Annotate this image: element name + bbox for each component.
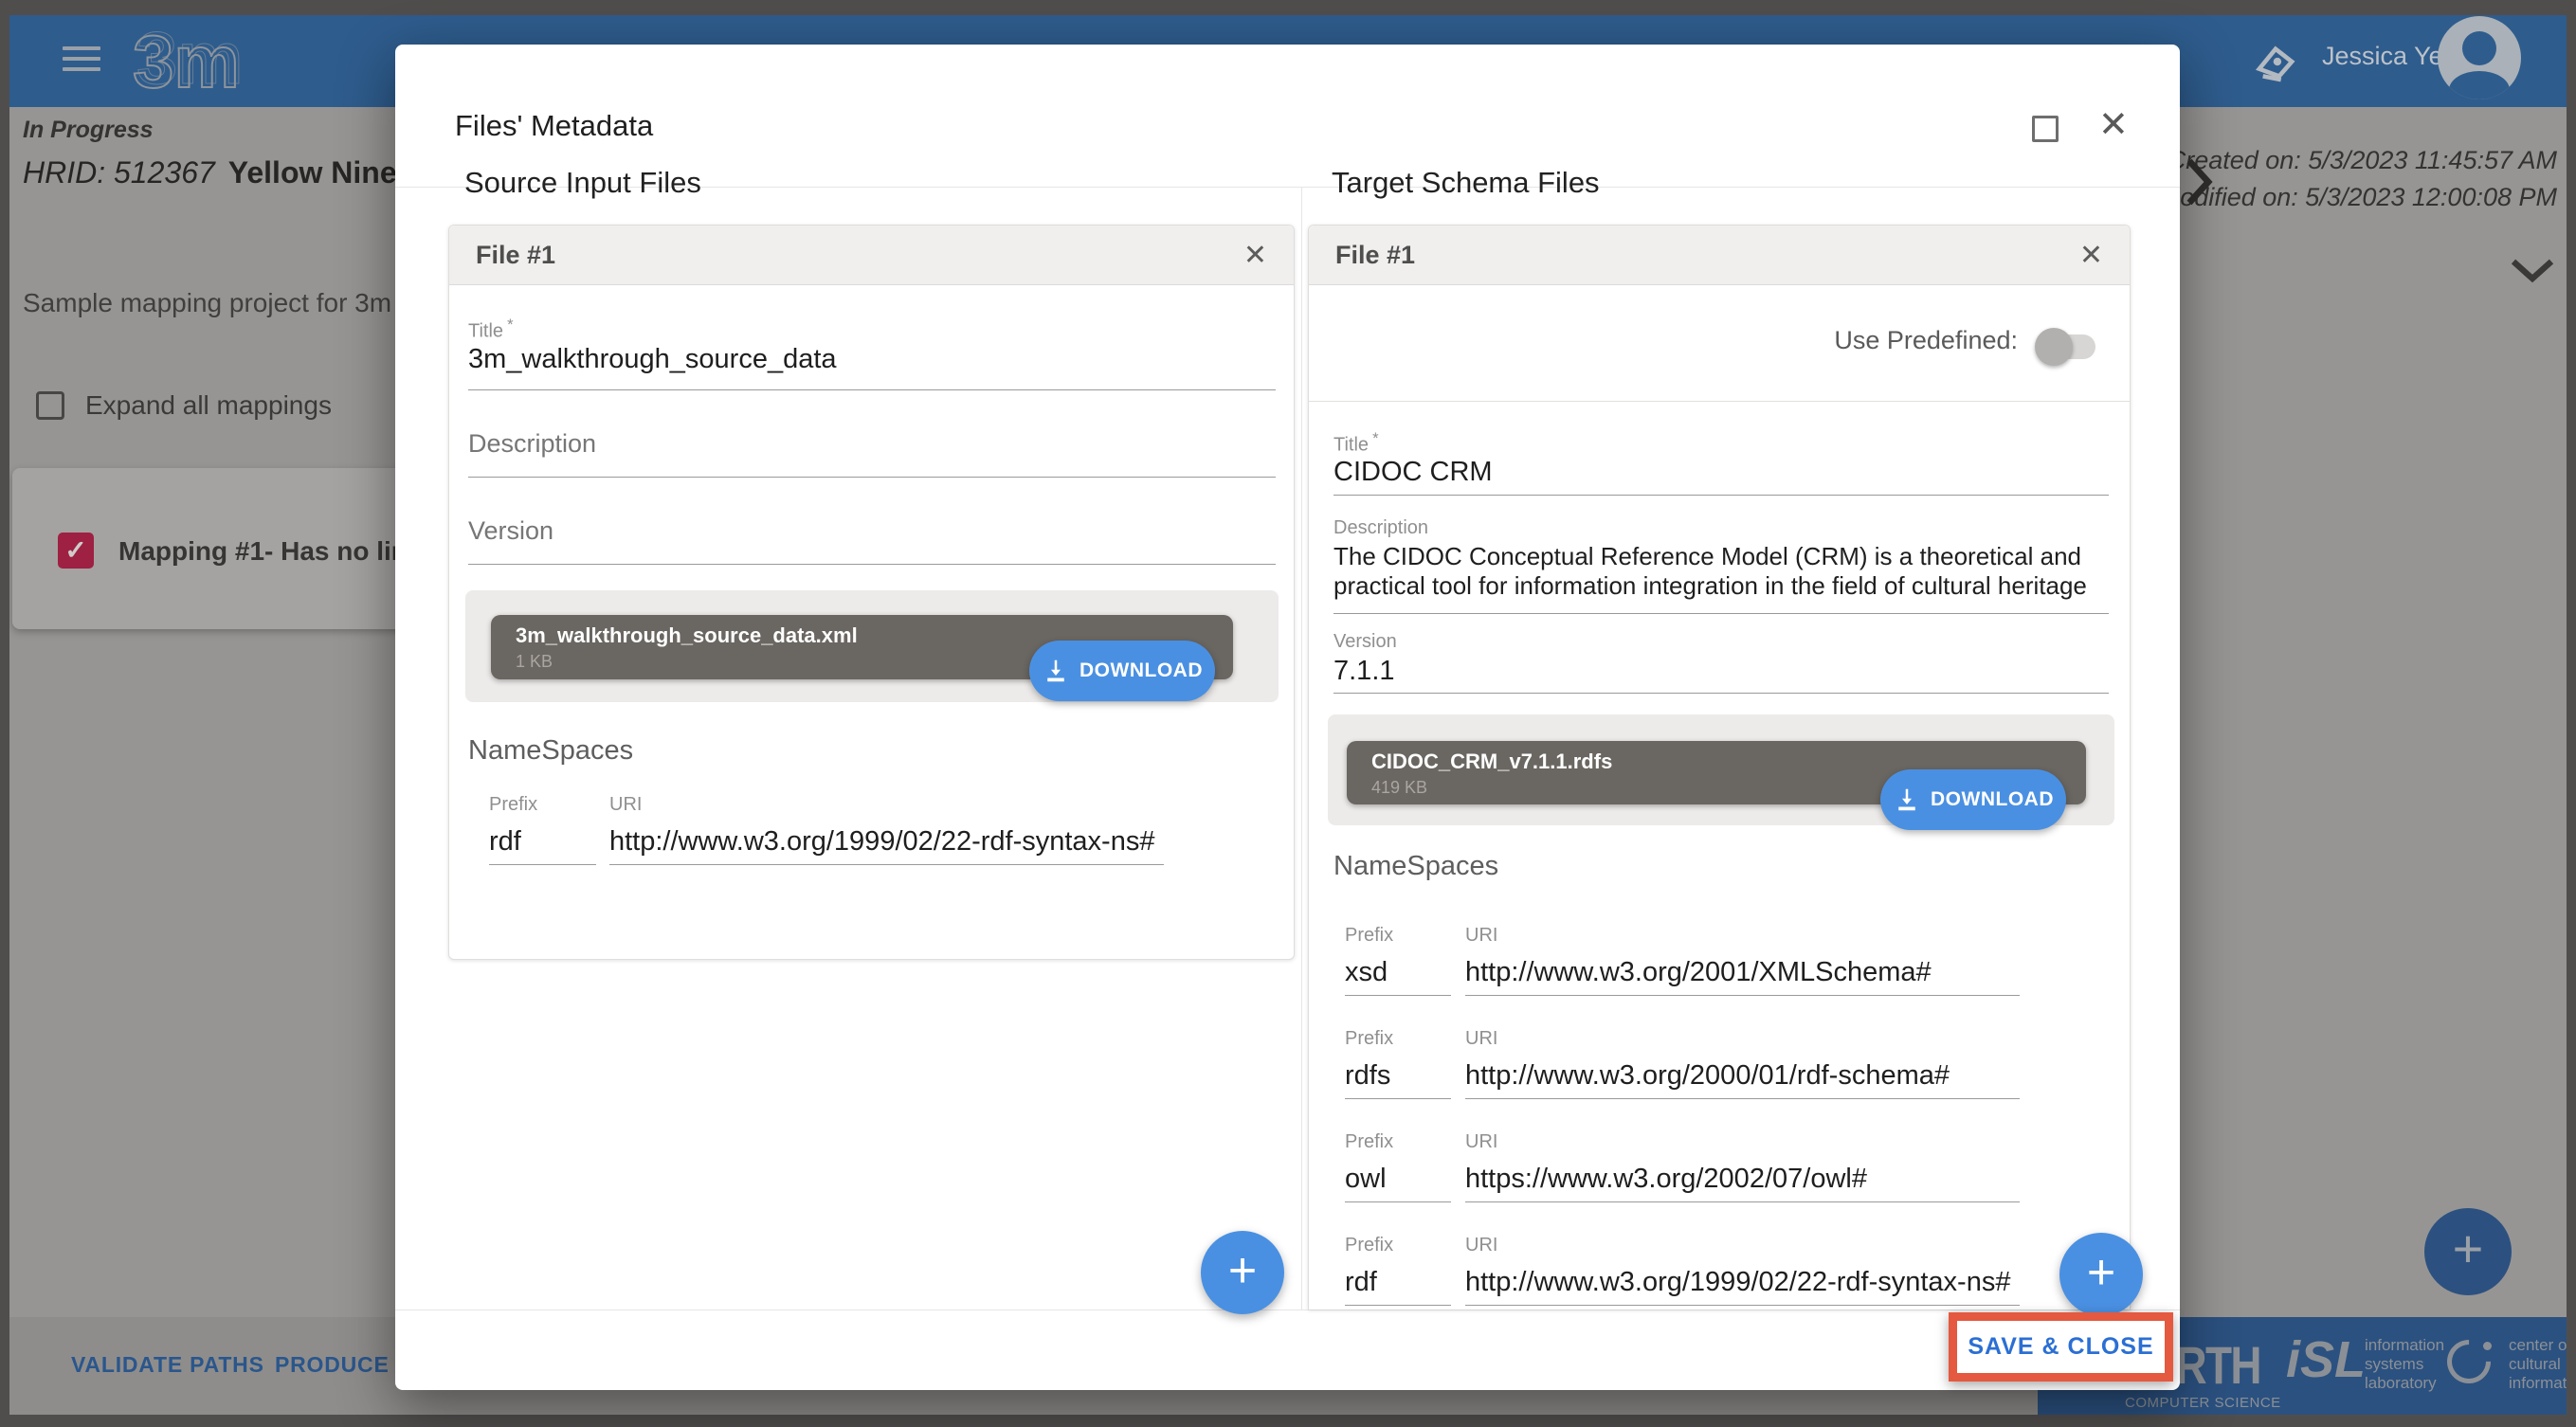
chevron-down-icon[interactable] xyxy=(2508,254,2557,291)
namespace-row: Prefix rdfs URI http://www.w3.org/2000/0… xyxy=(1345,1028,2020,1099)
project-hrid-line: HRID: 512367 Yellow Nine xyxy=(23,155,397,190)
avatar[interactable] xyxy=(2438,16,2521,99)
target-version-label: Version xyxy=(1333,631,1397,653)
source-file-card-header: File #1 ✕ xyxy=(449,226,1294,285)
target-title-input[interactable]: CIDOC CRM xyxy=(1333,457,1493,488)
use-predefined-toggle[interactable] xyxy=(2041,334,2095,359)
prefix-input[interactable]: rdf xyxy=(1345,1267,1465,1298)
namespace-row: Prefix owl URI https://www.w3.org/2002/0… xyxy=(1345,1131,2020,1202)
add-mapping-fab[interactable]: + xyxy=(2424,1208,2512,1295)
menu-icon[interactable] xyxy=(63,46,100,75)
uri-label: URI xyxy=(1465,1028,2020,1050)
uri-input[interactable]: http://www.w3.org/2001/XMLSchema# xyxy=(1465,957,2020,988)
created-on: Created on: 5/3/2023 11:45:57 AM xyxy=(2159,142,2557,179)
cci-logo-icon xyxy=(2438,1330,2499,1392)
user-name[interactable]: Jessica Ye xyxy=(2322,42,2443,71)
svg-text:3m: 3m xyxy=(136,17,244,99)
chevron-right-icon[interactable] xyxy=(2180,155,2218,213)
prefix-input[interactable]: rdf xyxy=(489,826,609,858)
source-file-size: 1 KB xyxy=(516,652,553,672)
target-version-input[interactable]: 7.1.1 xyxy=(1333,656,1395,687)
close-icon[interactable]: ✕ xyxy=(2098,103,2129,146)
files-metadata-dialog: Files' Metadata ✕ Source Input Files Tar… xyxy=(395,45,2180,1390)
source-title-label: Title * xyxy=(468,316,514,343)
target-download-button[interactable]: DOWNLOAD xyxy=(1880,769,2066,830)
source-description-input[interactable]: Description xyxy=(468,429,596,459)
project-status: In Progress xyxy=(23,117,154,144)
modified-on: Modified on: 5/3/2023 12:00:08 PM xyxy=(2159,179,2557,216)
prefix-label: Prefix xyxy=(1345,925,1465,947)
source-file-card: File #1 ✕ Title * 3m_walkthrough_source_… xyxy=(448,225,1295,960)
source-file-name: 3m_walkthrough_source_data.xml xyxy=(516,623,858,648)
project-description: Sample mapping project for 3m tu xyxy=(23,288,421,318)
uri-label: URI xyxy=(1465,1131,2020,1153)
expand-all-label: Expand all mappings xyxy=(85,390,332,421)
source-download-button[interactable]: DOWNLOAD xyxy=(1029,641,1215,701)
validate-paths-button[interactable]: VALIDATE PATHS xyxy=(71,1352,264,1378)
target-file-size: 419 KB xyxy=(1371,778,1427,798)
uri-input[interactable]: http://www.w3.org/1999/02/22-rdf-syntax-… xyxy=(1465,1267,2020,1298)
target-title-label: Title * xyxy=(1333,429,1379,457)
guide-icon[interactable] xyxy=(2254,44,2297,88)
remove-source-file-icon[interactable]: ✕ xyxy=(1243,239,1267,272)
required-mark: * xyxy=(1372,429,1378,447)
prefix-label: Prefix xyxy=(1345,1131,1465,1153)
dialog-title: Files' Metadata xyxy=(455,109,653,143)
target-description-label: Description xyxy=(1333,517,1428,539)
uri-input[interactable]: http://www.w3.org/2000/01/rdf-schema# xyxy=(1465,1060,2020,1092)
prefix-input[interactable]: rdfs xyxy=(1345,1060,1465,1092)
cci-label: center of cultural informatics xyxy=(2509,1336,2567,1393)
required-mark: * xyxy=(507,316,513,334)
source-files-heading: Source Input Files xyxy=(464,166,701,200)
download-icon xyxy=(1042,657,1070,685)
uri-label: URI xyxy=(1465,1235,2020,1256)
add-target-file-fab[interactable]: + xyxy=(2059,1233,2143,1316)
namespace-row: Prefix rdf URI http://www.w3.org/1999/02… xyxy=(489,794,1164,865)
target-files-heading: Target Schema Files xyxy=(1332,166,1600,200)
prefix-input[interactable]: xsd xyxy=(1345,957,1465,988)
avatar-body-shape xyxy=(2449,71,2510,99)
forth-sub-label: COMPUTER SCIENCE xyxy=(2125,1395,2281,1411)
isl-label: information systems laboratory xyxy=(2365,1336,2444,1393)
3m-logo-icon[interactable]: 3m 3m xyxy=(125,17,305,112)
save-close-highlight: SAVE & CLOSE xyxy=(1949,1312,2173,1382)
target-file-card: File #1 ✕ Use Predefined: Title * CIDOC … xyxy=(1308,225,2131,1310)
source-namespaces-heading: NameSpaces xyxy=(468,735,633,767)
uri-input[interactable]: https://www.w3.org/2002/07/owl# xyxy=(1465,1164,2020,1195)
cci-logo-dot xyxy=(2483,1342,2492,1350)
target-namespaces-heading: NameSpaces xyxy=(1333,851,1498,882)
project-title: Yellow Nine xyxy=(228,155,397,190)
project-hrid: HRID: 512367 xyxy=(23,155,215,190)
source-title-input[interactable]: 3m_walkthrough_source_data xyxy=(468,344,837,375)
mapping-checkbox-checked[interactable]: ✓ xyxy=(58,533,94,569)
uri-label: URI xyxy=(1465,925,2020,947)
target-description-input[interactable]: The CIDOC Conceptual Reference Model (CR… xyxy=(1333,542,2109,601)
download-icon xyxy=(1893,786,1921,814)
prefix-label: Prefix xyxy=(489,794,609,816)
target-file-card-header: File #1 ✕ xyxy=(1309,226,2130,285)
expand-all-mappings-row[interactable]: Expand all mappings xyxy=(36,390,332,421)
project-dates: Created on: 5/3/2023 11:45:57 AM Modifie… xyxy=(2159,142,2557,216)
prefix-label: Prefix xyxy=(1345,1028,1465,1050)
source-file-card-title: File #1 xyxy=(476,241,555,270)
source-version-input[interactable]: Version xyxy=(468,516,553,546)
isl-logo: iSL xyxy=(2286,1330,2366,1389)
column-divider xyxy=(1301,188,1302,1310)
save-close-button[interactable]: SAVE & CLOSE xyxy=(1968,1333,2153,1361)
avatar-head-shape xyxy=(2462,31,2496,65)
namespace-row: Prefix xsd URI http://www.w3.org/2001/XM… xyxy=(1345,925,2020,996)
remove-target-file-icon[interactable]: ✕ xyxy=(2079,239,2103,272)
expand-all-checkbox[interactable] xyxy=(36,391,64,420)
target-file-card-title: File #1 xyxy=(1335,241,1415,270)
use-predefined-label: Use Predefined: xyxy=(1834,326,2018,355)
prefix-label: Prefix xyxy=(1345,1235,1465,1256)
target-file-name: CIDOC_CRM_v7.1.1.rdfs xyxy=(1371,750,1612,774)
uri-label: URI xyxy=(609,794,1164,816)
add-source-file-fab[interactable]: + xyxy=(1201,1231,1284,1314)
uri-input[interactable]: http://www.w3.org/1999/02/22-rdf-syntax-… xyxy=(609,826,1164,858)
prefix-input[interactable]: owl xyxy=(1345,1164,1465,1195)
namespace-row: Prefix rdf URI http://www.w3.org/1999/02… xyxy=(1345,1235,2020,1306)
maximize-icon[interactable] xyxy=(2032,116,2059,142)
